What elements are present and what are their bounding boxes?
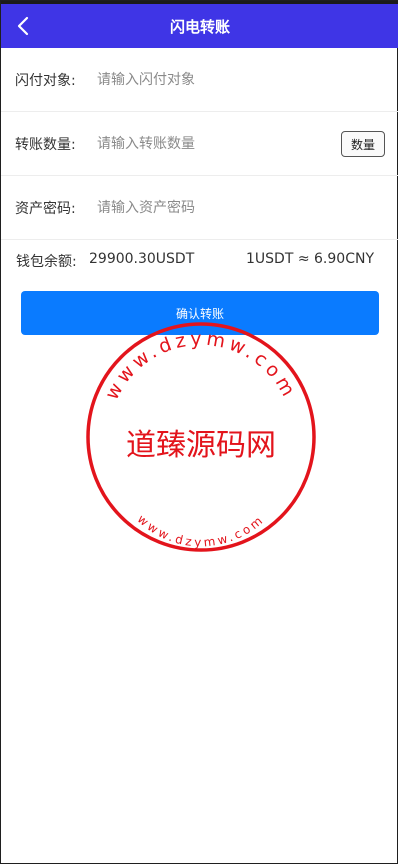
wallet-label: 钱包余额: <box>16 254 77 270</box>
amount-input[interactable] <box>97 128 327 159</box>
page-title: 闪电转账 <box>169 17 230 36</box>
amount-row: 转账数量: 数量 <box>1 112 398 176</box>
amount-label: 转账数量: <box>15 136 76 153</box>
password-row: 资产密码: <box>1 176 398 240</box>
target-row: 闪付对象: <box>1 48 398 112</box>
watermark-stamp: www.dzymw.com www.dzymw.com 道臻源码网 <box>86 322 316 552</box>
stamp-brand-text: 道臻源码网 <box>126 428 276 463</box>
target-input[interactable] <box>97 64 327 95</box>
wallet-balance: 29900.30USDT <box>89 251 195 267</box>
exchange-rate: 1USDT ≈ 6.90CNY <box>246 251 374 267</box>
stamp-url-bottom: www.dzymw.com <box>135 512 268 550</box>
stamp-url-top: www.dzymw.com <box>101 328 301 404</box>
quantity-button[interactable]: 数量 <box>341 131 385 157</box>
app-frame: 闪电转账 闪付对象: 转账数量: 数量 资产密码: 钱包余额: 29900.30… <box>0 0 398 864</box>
back-arrow-icon <box>17 16 29 36</box>
back-button[interactable] <box>9 10 37 42</box>
password-label: 资产密码: <box>15 200 76 217</box>
stamp-ring <box>86 322 316 552</box>
wallet-info: 钱包余额: 29900.30USDT 1USDT ≈ 6.90CNY <box>1 241 398 279</box>
header-bar: 闪电转账 <box>1 4 398 48</box>
confirm-transfer-button[interactable]: 确认转账 <box>21 291 379 335</box>
password-input[interactable] <box>97 192 327 223</box>
target-label: 闪付对象: <box>15 72 76 89</box>
